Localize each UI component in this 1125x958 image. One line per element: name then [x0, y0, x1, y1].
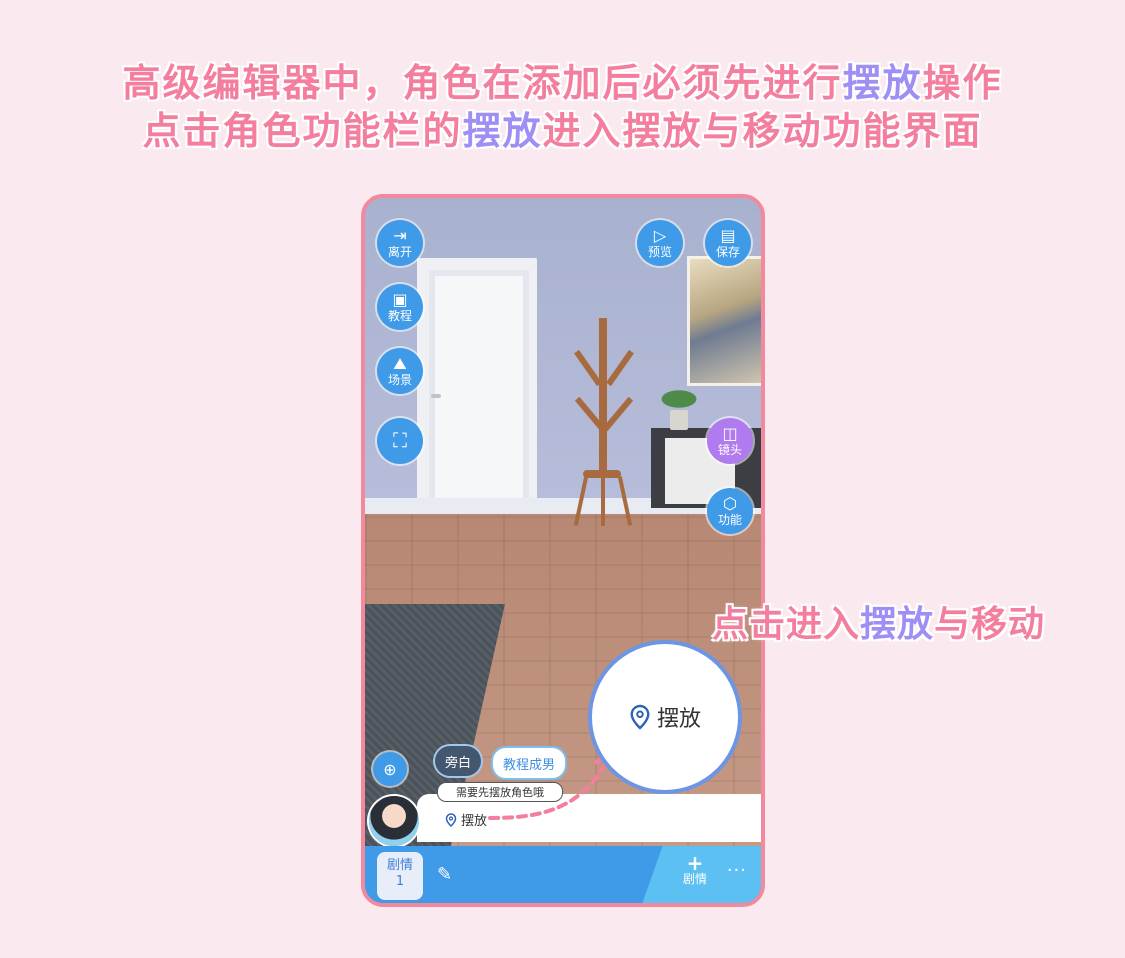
place-zoom-callout[interactable]: 摆放 — [588, 640, 742, 794]
function-label: 功能 — [717, 513, 742, 527]
headline-line-2: 点击角色功能栏的摆放进入摆放与移动功能界面 — [0, 100, 1125, 155]
save-label: 保存 — [715, 245, 740, 259]
scene-tab-label: 剧情 — [386, 858, 413, 873]
leave-button[interactable]: ⇥ 离开 — [377, 220, 423, 266]
headline-line-2-prefix: 点击角色功能栏的 — [142, 109, 463, 153]
save-icon: ▤ — [720, 226, 736, 245]
callout-highlight: 摆放 — [860, 604, 935, 645]
headline-line-1-prefix: 高级编辑器中，角色在添加后必须先进行 — [122, 61, 843, 105]
add-character-button[interactable]: ⊕ — [373, 752, 407, 786]
scene-button[interactable]: ⛰ 场景 — [377, 348, 423, 394]
bottom-bar: 剧情 1 ✎ + 剧情 ··· — [365, 846, 761, 903]
save-button[interactable]: ▤ 保存 — [705, 220, 751, 266]
scene-tab-1[interactable]: 剧情 1 — [377, 852, 423, 900]
narration-pill[interactable]: 旁白 — [435, 746, 481, 776]
plus-icon: + — [686, 851, 704, 875]
scene-coat-rack — [599, 318, 607, 478]
add-scene-button[interactable]: + 剧情 — [682, 851, 707, 886]
narration-label: 旁白 — [445, 755, 472, 771]
headline-line-1-highlight: 摆放 — [842, 61, 923, 105]
location-pin-icon — [445, 812, 457, 827]
add-user-icon: ⊕ — [383, 759, 397, 779]
location-pin-icon — [630, 704, 650, 730]
function-button[interactable]: ⬡ 功能 — [707, 488, 753, 534]
camera-icon: ◫ — [722, 424, 738, 443]
leave-label: 离开 — [387, 245, 412, 259]
play-icon: ▷ — [653, 226, 667, 245]
preview-button[interactable]: ▷ 预览 — [637, 220, 683, 266]
headline-line-1: 高级编辑器中，角色在添加后必须先进行摆放操作 — [0, 52, 1125, 107]
camera-label: 镜头 — [717, 443, 742, 457]
scene-painting — [687, 256, 761, 386]
tutorial-button[interactable]: ▣ 教程 — [377, 284, 423, 330]
tutorial-label: 教程 — [387, 309, 412, 323]
exit-icon: ⇥ — [393, 226, 407, 245]
scene-icon: ⛰ — [393, 354, 407, 373]
callout-prefix: 点击进入 — [712, 604, 861, 645]
headline-line-2-suffix: 进入摆放与移动功能界面 — [542, 109, 983, 153]
fullscreen-icon: ⛶ — [393, 428, 407, 452]
scene-stool-leg — [601, 476, 605, 526]
headline-line-1-suffix: 操作 — [922, 61, 1003, 105]
place-label-zoom: 摆放 — [656, 707, 701, 732]
avatar[interactable] — [369, 796, 419, 846]
fullscreen-button[interactable]: ⛶ — [377, 418, 423, 464]
scene-door-knob — [431, 394, 441, 398]
edit-icon[interactable]: ✎ — [437, 864, 452, 885]
scene-label: 场景 — [387, 373, 412, 387]
scene-plant-pot — [670, 410, 688, 430]
scene-tab-number: 1 — [395, 874, 405, 889]
tutorial-icon: ▣ — [392, 290, 408, 309]
camera-button[interactable]: ◫ 镜头 — [707, 418, 753, 464]
more-icon[interactable]: ··· — [727, 860, 747, 881]
headline-line-2-highlight: 摆放 — [462, 109, 543, 153]
add-scene-label: 剧情 — [682, 872, 707, 886]
scene-door — [429, 270, 529, 518]
callout-suffix: 与移动 — [934, 604, 1046, 645]
preview-label: 预览 — [647, 245, 672, 259]
callout-text: 点击进入摆放与移动 — [712, 595, 1045, 647]
cube-icon: ⬡ — [723, 494, 737, 513]
